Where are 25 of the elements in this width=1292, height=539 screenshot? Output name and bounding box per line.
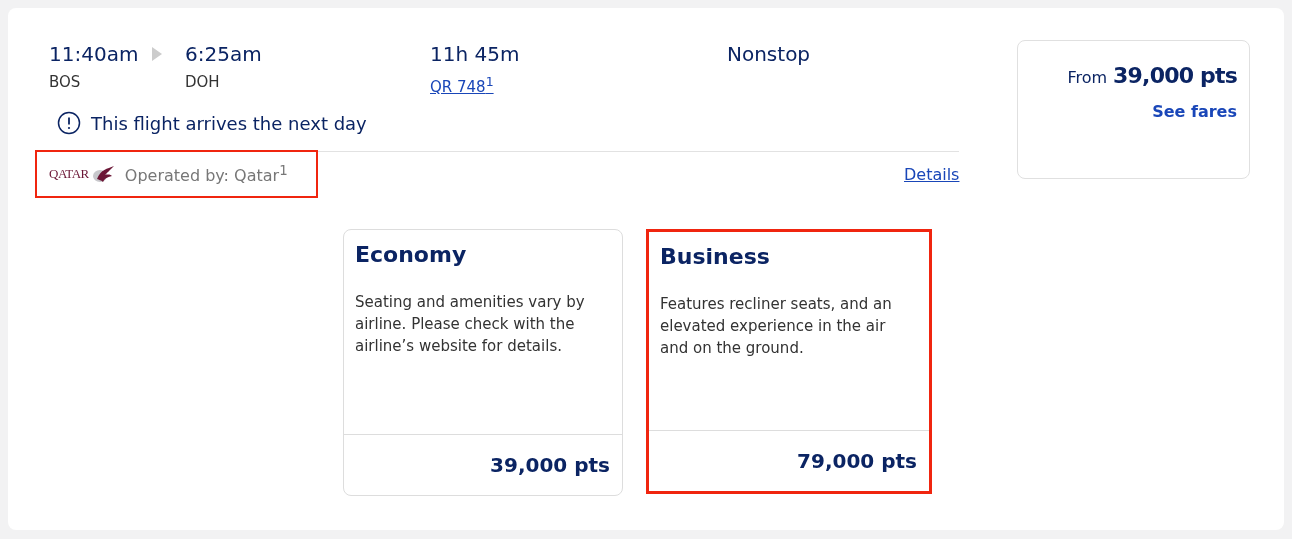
arrival-time: 6:25am — [185, 41, 263, 68]
airline-logo-text: QATAR — [49, 166, 89, 182]
stops: Nonstop — [727, 41, 812, 68]
fare-price: 39,000 pts — [490, 453, 610, 477]
fare-price: 79,000 pts — [797, 449, 917, 473]
fare-card[interactable]: Business Features recliner seats, and an elevated experience in the air and on the ground. 79,000 pts — [646, 229, 932, 494]
info-icon — [57, 111, 81, 135]
from-price: 39,000 pts — [1113, 63, 1237, 88]
fare-description: Seating and amenities vary by airline. Please check with the airline’s website for details. — [355, 292, 586, 357]
details-link[interactable]: Details — [904, 164, 960, 184]
flight-duration: 11h 45m — [430, 41, 521, 68]
departure-time: 11:40am — [49, 41, 140, 68]
departure-airport: BOS — [49, 72, 82, 92]
arrow-icon — [152, 47, 162, 61]
flight-number-link[interactable]: QR 748$^{1}$ — [430, 72, 494, 97]
see-fares-link[interactable]: See fares — [1152, 102, 1237, 121]
fare-name: Economy — [355, 242, 468, 267]
arrival-airport: DOH — [185, 72, 221, 92]
fare-description: Features recliner seats, and an elevated experience in the air and on the ground. — [660, 294, 893, 359]
fare-card[interactable]: Economy Seating and amenities vary by airline. Please check with the airline’s website for details. 39,000 pts — [343, 229, 623, 496]
fare-name: Business — [660, 244, 771, 269]
oryx-logo-icon — [90, 165, 115, 183]
from-label: From — [1067, 68, 1108, 87]
next-day-notice: This flight arrives the next day — [91, 112, 367, 134]
operator-label: Operated by: Qatar$^{1}$ — [124, 162, 288, 186]
